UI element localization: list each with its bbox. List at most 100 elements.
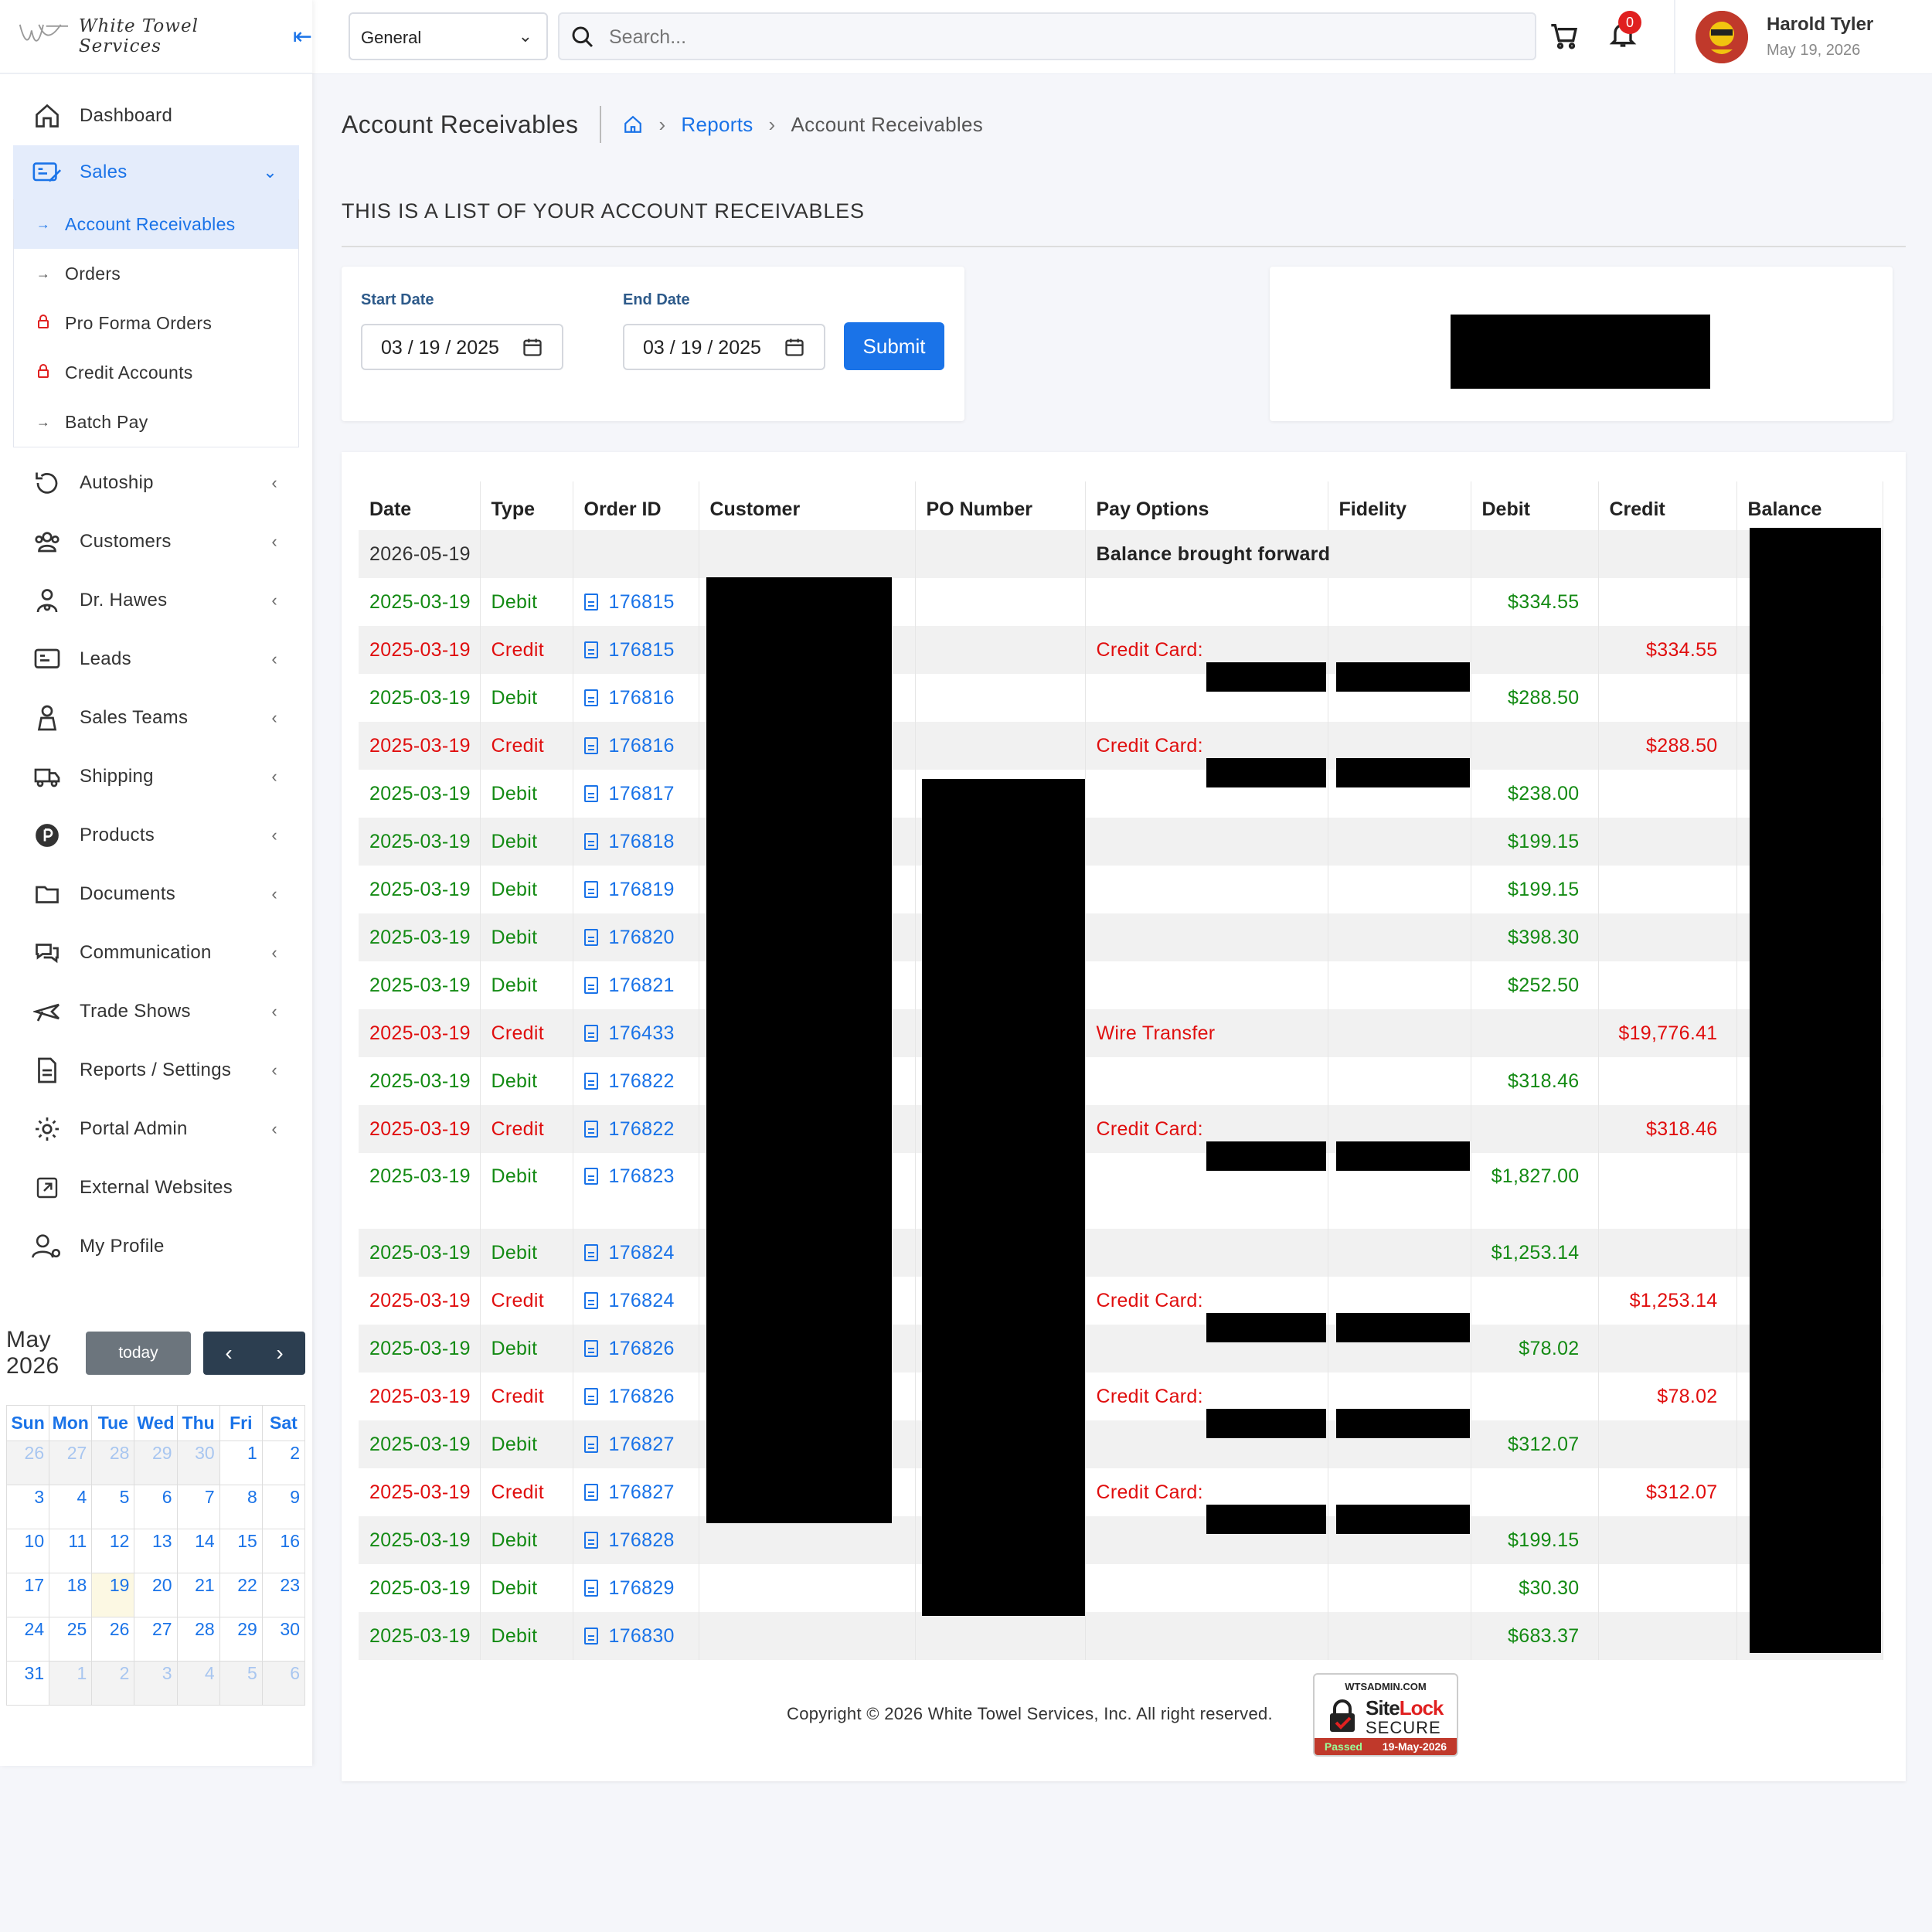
order-link[interactable]: 176816 (583, 735, 675, 757)
sitelock-badge[interactable]: WTSADMIN.COM SiteLock SECURE Passed 19-M… (1313, 1673, 1458, 1757)
sidebar-item-dr-hawes[interactable]: Dr. Hawes ‹ (13, 571, 299, 630)
column-header[interactable]: Fidelity (1328, 481, 1471, 530)
sidebar-item-documents[interactable]: Documents ‹ (13, 865, 299, 923)
calendar-day-cell[interactable]: 2 (91, 1661, 135, 1706)
next-month-button[interactable]: › (254, 1332, 305, 1375)
calendar-day-cell[interactable]: 28 (91, 1440, 135, 1485)
calendar-day-cell[interactable]: 15 (219, 1529, 263, 1573)
order-link[interactable]: 176822 (583, 1118, 675, 1140)
column-header[interactable]: Customer (699, 481, 916, 530)
calendar-day-cell[interactable]: 28 (176, 1617, 220, 1662)
order-link[interactable]: 176828 (583, 1529, 675, 1551)
sidebar-item-reports-settings[interactable]: Reports / Settings ‹ (13, 1041, 299, 1100)
calendar-day-cell[interactable]: 5 (91, 1485, 135, 1529)
calendar-day-cell[interactable]: 17 (5, 1573, 50, 1617)
sidebar-item-dashboard[interactable]: Dashboard (13, 87, 299, 145)
sidebar-item-communication[interactable]: Communication ‹ (13, 923, 299, 982)
calendar-day-cell[interactable]: 21 (176, 1573, 220, 1617)
avatar[interactable] (1696, 11, 1748, 63)
sidebar-item-shipping[interactable]: Shipping ‹ (13, 747, 299, 806)
home-icon[interactable] (623, 114, 643, 134)
calendar-day-cell[interactable]: 4 (176, 1661, 220, 1706)
cart-icon[interactable] (1549, 20, 1580, 51)
calendar-day-cell[interactable]: 27 (134, 1617, 178, 1662)
column-header[interactable]: Credit (1598, 481, 1737, 530)
calendar-day-cell[interactable]: 27 (49, 1440, 93, 1485)
order-link[interactable]: 176829 (583, 1577, 675, 1599)
calendar-day-cell[interactable]: 2 (261, 1440, 306, 1485)
order-link[interactable]: 176819 (583, 879, 675, 900)
calendar-day-cell[interactable]: 1 (219, 1440, 263, 1485)
category-select[interactable]: General ⌄ (349, 12, 548, 60)
calendar-day-cell[interactable]: 3 (5, 1485, 50, 1529)
sidebar-item-external-websites[interactable]: External Websites (13, 1158, 299, 1217)
sub-item-orders[interactable]: → Orders (14, 249, 298, 298)
collapse-sidebar-icon[interactable]: ⇤ (293, 23, 312, 50)
order-link[interactable]: 176826 (583, 1386, 675, 1407)
order-link[interactable]: 176823 (583, 1165, 675, 1187)
calendar-day-cell[interactable]: 6 (134, 1485, 178, 1529)
order-link[interactable]: 176817 (583, 783, 675, 804)
calendar-day-cell[interactable]: 7 (176, 1485, 220, 1529)
submit-button[interactable]: Submit (844, 322, 944, 370)
order-link[interactable]: 176824 (583, 1290, 675, 1311)
calendar-day-cell[interactable]: 11 (49, 1529, 93, 1573)
calendar-day-cell[interactable]: 18 (49, 1573, 93, 1617)
column-header[interactable]: Debit (1471, 481, 1599, 530)
order-link[interactable]: 176818 (583, 831, 675, 852)
sidebar-item-trade-shows[interactable]: Trade Shows ‹ (13, 982, 299, 1041)
calendar-day-cell[interactable]: 16 (261, 1529, 306, 1573)
calendar-day-cell[interactable]: 4 (49, 1485, 93, 1529)
calendar-day-cell[interactable]: 22 (219, 1573, 263, 1617)
column-header[interactable]: PO Number (915, 481, 1086, 530)
today-button[interactable]: today (86, 1332, 191, 1375)
calendar-day-cell[interactable]: 6 (261, 1661, 306, 1706)
calendar-day-cell[interactable]: 10 (5, 1529, 50, 1573)
sub-item-batch-pay[interactable]: → Batch Pay (14, 397, 298, 447)
sidebar-item-autoship[interactable]: Autoship ‹ (13, 454, 299, 512)
order-link[interactable]: 176830 (583, 1625, 675, 1647)
calendar-day-cell[interactable]: 13 (134, 1529, 178, 1573)
calendar-day-cell[interactable]: 23 (261, 1573, 306, 1617)
order-link[interactable]: 176815 (583, 639, 675, 661)
end-date-input[interactable]: 03 / 19 / 2025 (623, 324, 825, 370)
calendar-day-cell[interactable]: 24 (5, 1617, 50, 1662)
breadcrumb-reports-link[interactable]: Reports (681, 113, 753, 137)
calendar-day-cell[interactable]: 8 (219, 1485, 263, 1529)
calendar-day-cell[interactable]: 31 (5, 1661, 50, 1706)
calendar-day-cell[interactable]: 25 (49, 1617, 93, 1662)
calendar-day-cell[interactable]: 12 (91, 1529, 135, 1573)
brand-logo-icon[interactable] (17, 19, 70, 53)
sidebar-item-portal-admin[interactable]: Portal Admin ‹ (13, 1100, 299, 1158)
column-header[interactable]: Date (359, 481, 481, 530)
order-link[interactable]: 176826 (583, 1338, 675, 1359)
order-link[interactable]: 176821 (583, 975, 675, 996)
order-link[interactable]: 176433 (583, 1022, 675, 1044)
order-link[interactable]: 176827 (583, 1481, 675, 1503)
calendar-day-cell[interactable]: 30 (261, 1617, 306, 1662)
sidebar-item-my-profile[interactable]: My Profile (13, 1217, 299, 1276)
calendar-day-cell[interactable]: 1 (49, 1661, 93, 1706)
calendar-icon[interactable] (784, 336, 805, 358)
column-header[interactable]: Pay Options (1085, 481, 1328, 530)
sidebar-item-customers[interactable]: Customers ‹ (13, 512, 299, 571)
calendar-day-cell[interactable]: 14 (176, 1529, 220, 1573)
calendar-day-cell[interactable]: 30 (176, 1440, 220, 1485)
sidebar-item-sales[interactable]: Sales ⌄ (13, 145, 299, 199)
prev-month-button[interactable]: ‹ (203, 1332, 254, 1375)
calendar-icon[interactable] (522, 336, 543, 358)
calendar-day-cell[interactable]: 26 (5, 1440, 50, 1485)
sub-item-account-receivables[interactable]: → Account Receivables (14, 199, 298, 249)
order-link[interactable]: 176822 (583, 1070, 675, 1092)
calendar-day-cell[interactable]: 3 (134, 1661, 178, 1706)
column-header[interactable]: Order ID (573, 481, 699, 530)
calendar-day-cell[interactable]: 19 (91, 1573, 135, 1617)
sub-item-credit-accounts[interactable]: Credit Accounts (14, 348, 298, 397)
column-header[interactable]: Type (480, 481, 573, 530)
order-link[interactable]: 176824 (583, 1242, 675, 1264)
calendar-day-cell[interactable]: 29 (134, 1440, 178, 1485)
calendar-day-cell[interactable]: 9 (261, 1485, 306, 1529)
calendar-day-cell[interactable]: 5 (219, 1661, 263, 1706)
start-date-input[interactable]: 03 / 19 / 2025 (361, 324, 563, 370)
sidebar-item-products[interactable]: Products ‹ (13, 806, 299, 865)
